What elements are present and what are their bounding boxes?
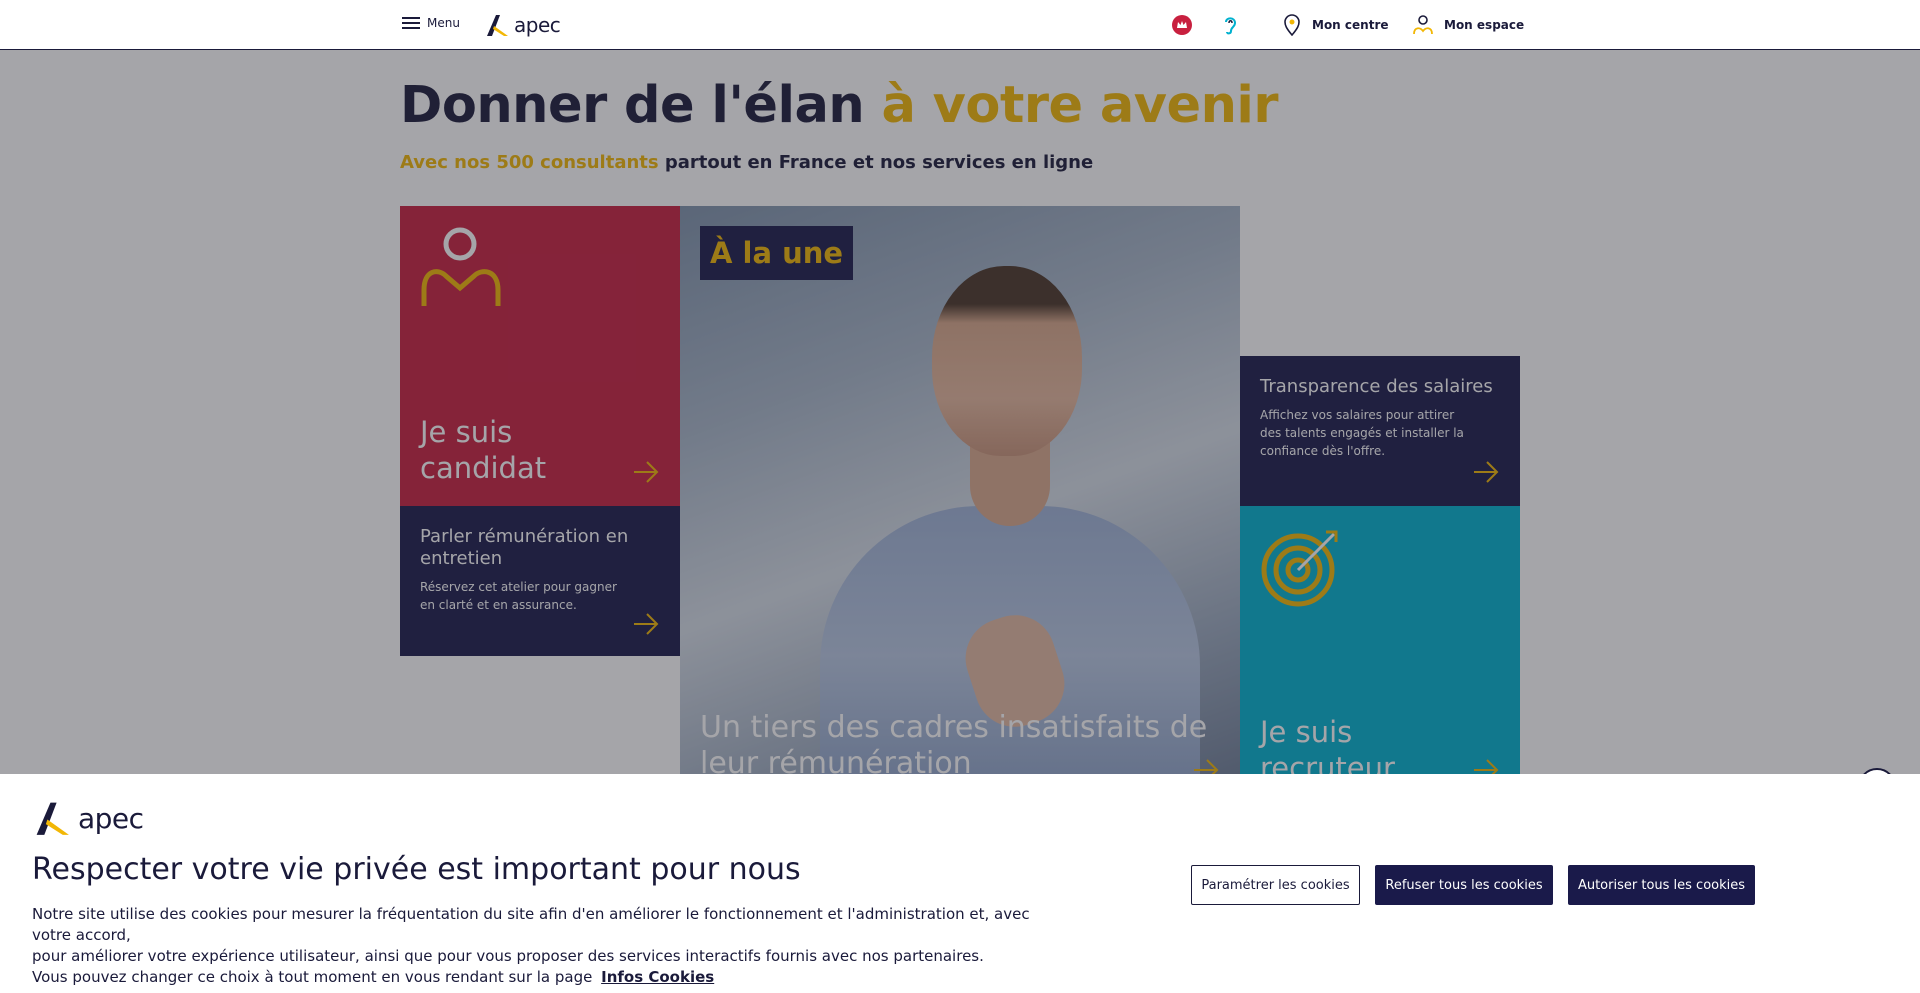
cookie-text-line3-wrap: Vous pouvez changer ce choix à tout mome… — [32, 967, 1072, 988]
cookie-text-line2: pour améliorer votre expérience utilisat… — [32, 947, 984, 965]
transparence-desc-line1: Affichez vos salaires pour attirer — [1260, 408, 1455, 422]
remuneration-desc-line1: Réservez cet atelier pour gagner — [420, 580, 617, 594]
cookie-title: Respecter votre vie privée est important… — [32, 852, 801, 887]
cookie-text-line1: Notre site utilise des cookies pour mesu… — [32, 905, 1030, 944]
cookie-settings-button[interactable]: Paramétrer les cookies — [1191, 865, 1360, 905]
remuneration-desc-line2: en clarté et en assurance. — [420, 598, 577, 612]
menu-button[interactable]: Menu — [402, 16, 460, 30]
candidat-line1: Je suis — [420, 415, 513, 449]
remuneration-title-line1: Parler rémunération en — [420, 526, 629, 547]
cookie-apec-logo: apec — [32, 798, 144, 838]
ear-icon[interactable] — [1219, 14, 1241, 36]
a-la-une-line1: Un tiers des cadres insatisfaits de — [700, 710, 1208, 745]
user-icon — [1413, 15, 1433, 35]
candidat-tile[interactable]: Je suis candidat — [400, 206, 680, 506]
cookie-banner: apec Respecter votre vie privée est impo… — [0, 774, 1920, 993]
apec-logo-icon — [36, 802, 69, 835]
candidat-label: Je suis candidat — [420, 414, 546, 486]
mon-espace-label: Mon espace — [1444, 18, 1525, 32]
remuneration-tile[interactable]: Parler rémunération en entretien Réserve… — [400, 506, 680, 656]
transparence-desc-line2: des talents engagés et installer la — [1260, 426, 1464, 440]
featured-photo-head — [932, 266, 1082, 456]
remuneration-desc: Réservez cet atelier pour gagner en clar… — [420, 578, 617, 614]
a-la-une-badge: À la une — [700, 226, 854, 280]
hamburger-icon — [402, 16, 420, 30]
page-title: Donner de l'élan à votre avenir — [400, 76, 1279, 135]
candidat-line2: candidat — [420, 451, 547, 485]
cookie-text-line3: Vous pouvez changer ce choix à tout mome… — [32, 968, 593, 986]
recruteur-line1: Je suis — [1260, 715, 1353, 749]
mon-espace-link[interactable]: Mon espace — [1412, 14, 1524, 36]
mon-centre-link[interactable]: Mon centre — [1282, 14, 1389, 36]
transparence-tile[interactable]: Transparence des salaires Affichez vos s… — [1240, 356, 1520, 506]
transparence-title: Transparence des salaires — [1260, 376, 1493, 397]
mon-centre-label: Mon centre — [1312, 18, 1389, 32]
arrow-right-icon — [634, 613, 659, 635]
site-header: Menu apec Mon centre Mon espace — [0, 0, 1920, 50]
target-icon — [1261, 530, 1338, 607]
title-accent: à votre avenir — [881, 76, 1279, 135]
recruteur-line2: recruteur — [1260, 751, 1395, 776]
title-main: Donner de l'élan — [400, 76, 865, 135]
subtitle-accent: Avec nos 500 consultants — [400, 152, 659, 173]
a-la-une-line2: leur rémunération — [700, 746, 972, 776]
arrow-right-icon — [1474, 461, 1499, 483]
apec-logo-icon — [487, 15, 508, 36]
apec-logo[interactable]: apec — [484, 12, 561, 38]
infos-cookies-link[interactable]: Infos Cookies — [601, 968, 714, 986]
cookie-refuse-button[interactable]: Refuser tous les cookies — [1375, 865, 1553, 905]
subtitle-rest: partout en France et nos services en lig… — [664, 152, 1094, 173]
recruteur-tile[interactable]: Je suis recruteur — [1240, 506, 1520, 776]
cookie-text: Notre site utilise des cookies pour mesu… — [32, 904, 1072, 988]
page-subtitle: Avec nos 500 consultants partout en Fran… — [400, 152, 1093, 173]
remuneration-title: Parler rémunération en entretien — [420, 526, 628, 570]
logo-text: apec — [514, 13, 561, 37]
transparence-desc-line3: confiance dès l'offre. — [1260, 444, 1386, 458]
candidate-person-icon — [421, 227, 501, 306]
remuneration-title-line2: entretien — [420, 548, 503, 569]
accessibility-crown-icon[interactable] — [1171, 14, 1193, 36]
arrow-right-icon — [634, 461, 659, 483]
transparence-desc: Affichez vos salaires pour attirer des t… — [1260, 406, 1464, 460]
a-la-une-headline: Un tiers des cadres insatisfaits de leur… — [700, 710, 1207, 776]
menu-label: Menu — [427, 16, 460, 30]
cookie-logo-text: apec — [78, 801, 144, 835]
a-la-une-tile[interactable]: À la une Un tiers des cadres insatisfait… — [680, 206, 1240, 776]
cookie-accept-button[interactable]: Autoriser tous les cookies — [1568, 865, 1755, 905]
location-pin-icon — [1284, 14, 1300, 36]
recruteur-label: Je suis recruteur — [1260, 714, 1395, 776]
